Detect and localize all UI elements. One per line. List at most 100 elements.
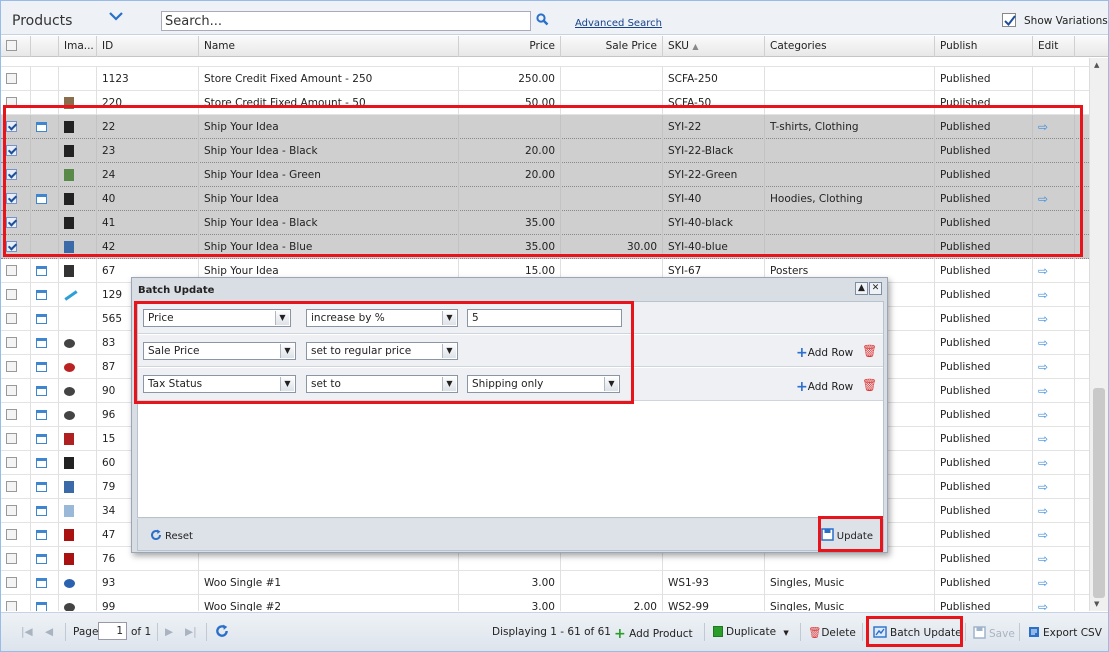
product-thumbnail-tshirt-red[interactable]	[64, 433, 74, 445]
row-checkbox[interactable]	[6, 408, 17, 420]
dropdown-arrow-icon[interactable]: ▼	[275, 311, 289, 325]
edit-icon[interactable]: ⇨	[1038, 360, 1048, 374]
dropdown-arrow-icon[interactable]: ▼	[280, 377, 294, 391]
product-thumbnail-hoodie-blue[interactable]	[64, 241, 74, 253]
next-page-icon[interactable]: ▶	[165, 626, 173, 638]
add-row-button[interactable]: +Add Row	[796, 379, 853, 395]
folder-icon[interactable]	[36, 506, 47, 516]
product-thumbnail-hoodie-black[interactable]	[64, 193, 74, 205]
select-all-header[interactable]	[1, 36, 31, 57]
product-thumbnail-poster[interactable]	[64, 265, 74, 277]
column-header-edit[interactable]: Edit	[1033, 36, 1075, 57]
dropdown-arrow-icon[interactable]: ▼	[280, 344, 294, 358]
table-row[interactable]: 41 Ship Your Idea - Black 35.00 SYI-40-blac…	[1, 211, 1089, 235]
row-checkbox[interactable]	[6, 216, 17, 228]
duplicate-button[interactable]: Duplicate ▼	[713, 626, 789, 638]
row-checkbox[interactable]	[6, 72, 17, 84]
column-header-sale-price[interactable]: Sale Price	[561, 36, 663, 57]
edit-icon[interactable]: ⇨	[1038, 528, 1048, 542]
folder-icon[interactable]	[36, 434, 47, 444]
edit-icon[interactable]: ⇨	[1038, 432, 1048, 446]
row-checkbox[interactable]	[6, 384, 17, 396]
scroll-down-icon[interactable]: ▼	[1094, 600, 1099, 608]
save-button[interactable]: Save	[973, 626, 1015, 640]
row-checkbox[interactable]	[6, 144, 17, 156]
row-checkbox[interactable]	[6, 456, 17, 468]
column-header-sku[interactable]: SKU ▲	[663, 36, 765, 57]
row-checkbox[interactable]	[6, 120, 17, 132]
column-header-price[interactable]: Price	[459, 36, 561, 57]
column-header-categories[interactable]: Categories	[765, 36, 935, 57]
trash-icon[interactable]: 🗑	[862, 344, 877, 358]
edit-icon[interactable]: ⇨	[1038, 120, 1048, 134]
product-thumbnail-cd[interactable]	[64, 338, 75, 348]
value-select[interactable]: Shipping only ▼	[467, 375, 620, 393]
folder-icon[interactable]	[36, 554, 47, 564]
table-row[interactable]: 220 Store Credit Fixed Amount - 50 50.00 SC…	[1, 91, 1089, 115]
product-thumbnail-pen[interactable]	[64, 289, 78, 301]
column-header-id[interactable]: ID	[97, 36, 199, 57]
folder-icon[interactable]	[36, 482, 47, 492]
product-thumbnail-tshirt-green[interactable]	[64, 169, 74, 181]
add-row-button[interactable]: +Add Row	[796, 345, 853, 361]
update-button[interactable]: Update	[821, 528, 873, 542]
row-checkbox[interactable]	[6, 552, 17, 564]
vertical-scrollbar[interactable]: ▲ ▼	[1089, 58, 1108, 611]
delete-button[interactable]: 🗑Delete	[808, 626, 856, 639]
product-thumbnail-hoodie-blue[interactable]	[64, 481, 74, 493]
field-select[interactable]: Tax Status ▼	[143, 375, 296, 393]
advanced-search-link[interactable]: Advanced Search	[575, 18, 662, 29]
row-checkbox[interactable]	[6, 432, 17, 444]
dropdown-arrow-icon[interactable]: ▼	[604, 377, 618, 391]
folder-icon[interactable]	[36, 290, 47, 300]
row-checkbox[interactable]	[6, 576, 17, 588]
edit-icon[interactable]: ⇨	[1038, 264, 1048, 278]
row-checkbox[interactable]	[6, 264, 17, 276]
table-row[interactable]: 93 Woo Single #1 3.00 WS1-93 Singles, Music P…	[1, 571, 1089, 595]
search-input[interactable]	[161, 11, 531, 31]
trash-icon[interactable]: 🗑	[862, 378, 877, 392]
table-row[interactable]: 99 Woo Single #2 3.00 2.00 WS2-99 Singles, Mu…	[1, 595, 1089, 611]
select-all-checkbox[interactable]	[6, 39, 17, 51]
last-page-icon[interactable]: ▶|	[185, 626, 197, 638]
search-icon[interactable]	[536, 13, 549, 26]
row-checkbox[interactable]	[6, 600, 17, 611]
row-checkbox[interactable]	[6, 168, 17, 180]
column-header-name[interactable]: Name	[199, 36, 459, 57]
product-thumbnail-cd[interactable]	[64, 386, 75, 396]
table-row[interactable]: 1123 Store Credit Fixed Amount - 250 250.0…	[1, 67, 1089, 91]
product-thumbnail-cd[interactable]	[64, 602, 75, 611]
table-row[interactable]: 22 Ship Your Idea SYI-22 T-shirts, Clothing…	[1, 115, 1089, 139]
edit-icon[interactable]: ⇨	[1038, 480, 1048, 494]
column-header-publish[interactable]: Publish	[935, 36, 1033, 57]
edit-icon[interactable]: ⇨	[1038, 384, 1048, 398]
scrollbar-thumb[interactable]	[1093, 388, 1105, 598]
dropdown-arrow-icon[interactable]: ▼	[442, 377, 456, 391]
row-checkbox[interactable]	[6, 336, 17, 348]
product-thumbnail-bag[interactable]	[64, 97, 74, 109]
folder-icon[interactable]	[36, 578, 47, 588]
product-thumbnail-tshirt-light[interactable]	[64, 505, 74, 517]
row-checkbox[interactable]	[6, 192, 17, 204]
edit-icon[interactable]: ⇨	[1038, 504, 1048, 518]
refresh-icon[interactable]	[215, 624, 229, 641]
maximize-icon[interactable]: ▲	[855, 282, 868, 295]
edit-icon[interactable]: ⇨	[1038, 456, 1048, 470]
folder-icon[interactable]	[36, 386, 47, 396]
product-thumbnail-hoodie-black[interactable]	[64, 457, 74, 469]
row-checkbox[interactable]	[6, 312, 17, 324]
action-select[interactable]: increase by % ▼	[306, 309, 458, 327]
edit-icon[interactable]: ⇨	[1038, 576, 1048, 590]
field-select[interactable]: Sale Price ▼	[143, 342, 296, 360]
folder-icon[interactable]	[36, 458, 47, 468]
edit-icon[interactable]: ⇨	[1038, 336, 1048, 350]
folder-icon[interactable]	[36, 362, 47, 372]
row-checkbox[interactable]	[6, 480, 17, 492]
product-thumbnail-cd-blue[interactable]	[64, 578, 75, 588]
dropdown-arrow-icon[interactable]: ▼	[442, 344, 456, 358]
edit-icon[interactable]: ⇨	[1038, 552, 1048, 566]
product-thumbnail-hoodie-black[interactable]	[64, 217, 74, 229]
row-checkbox[interactable]	[6, 360, 17, 372]
first-page-icon[interactable]: |◀	[21, 626, 33, 638]
edit-icon[interactable]: ⇨	[1038, 312, 1048, 326]
